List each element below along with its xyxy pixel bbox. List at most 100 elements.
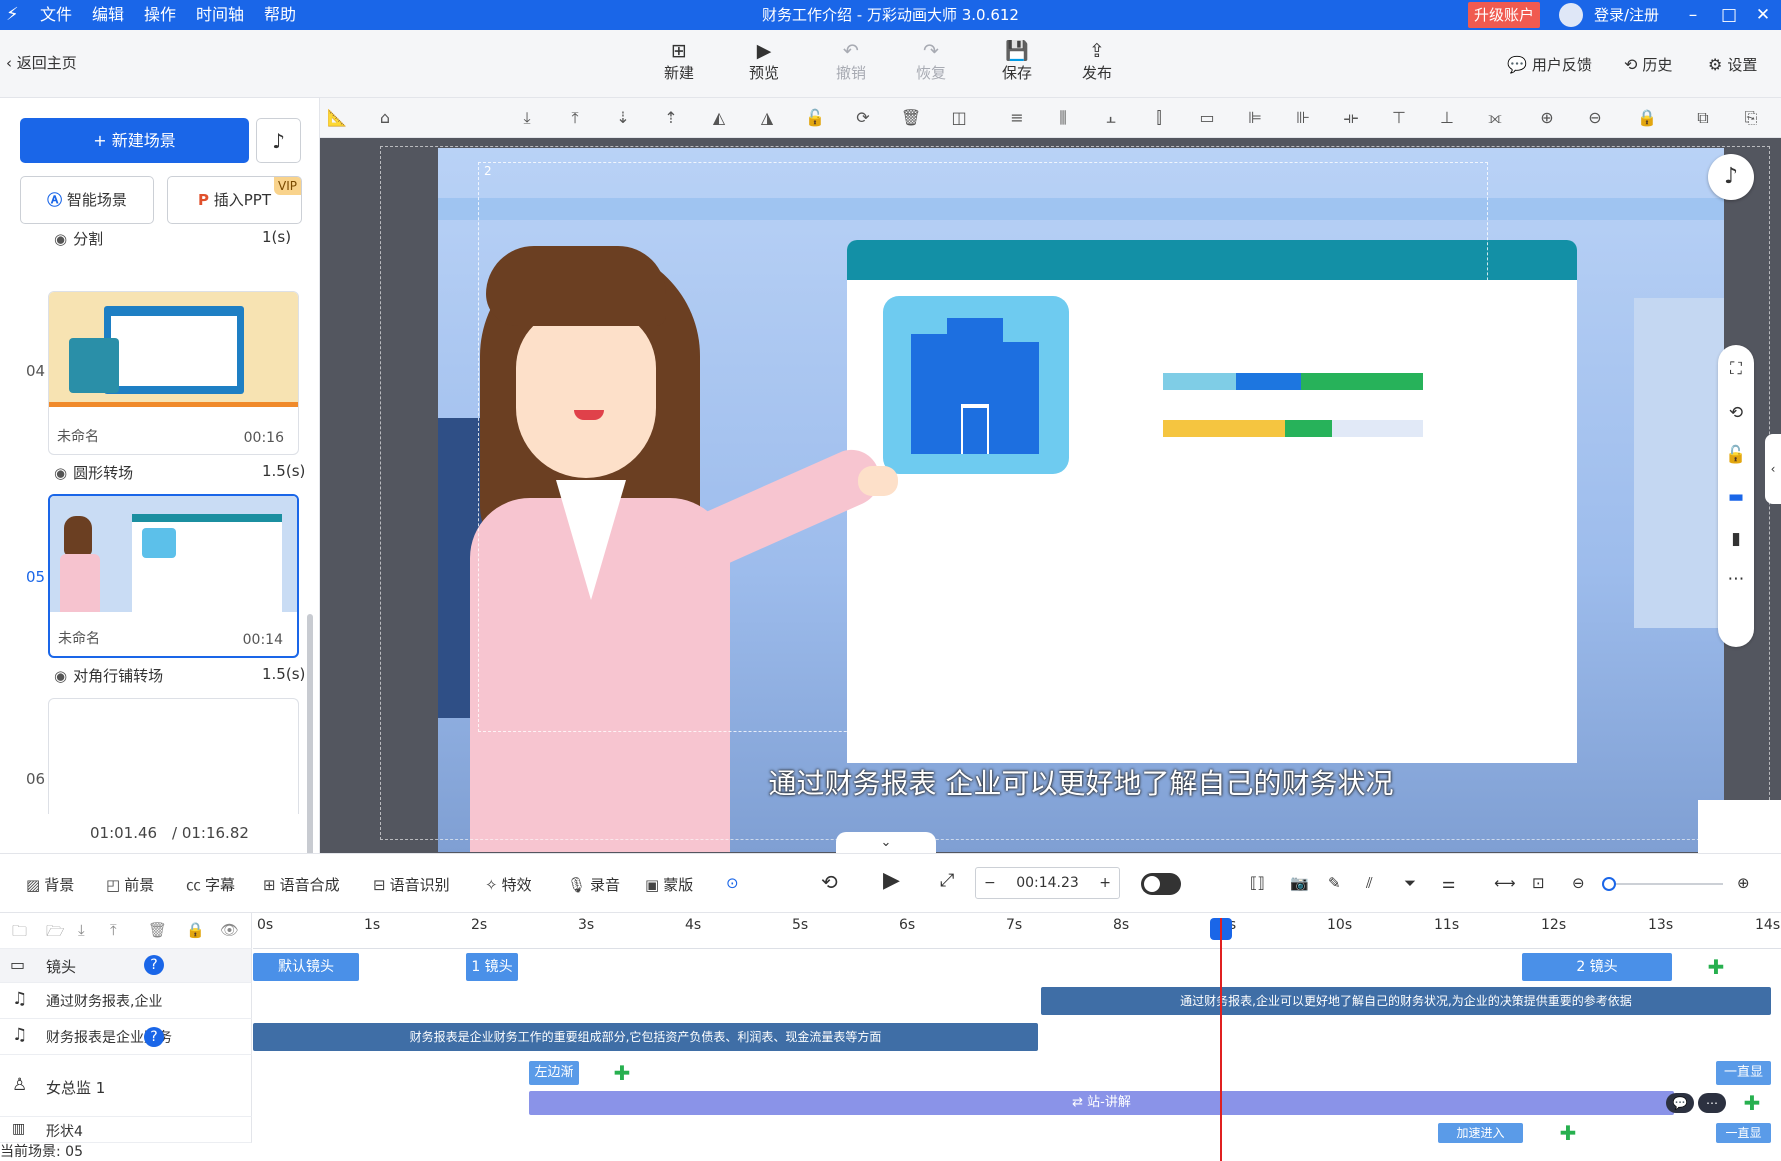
mobile-icon[interactable]: ▮ (1718, 529, 1754, 549)
move-up-icon[interactable]: ⇡ (660, 107, 682, 129)
avatar[interactable] (1559, 3, 1583, 27)
back-home-link[interactable]: ‹ 返回主页 (6, 52, 77, 73)
clip-always-show[interactable]: 一直显 (1716, 1061, 1771, 1085)
transition-split[interactable]: ◉ 分割 (54, 228, 103, 249)
track-camera[interactable]: ▭ 镜头 ? (0, 949, 252, 983)
scene-scrollbar[interactable] (307, 614, 313, 864)
camera-icon[interactable]: 📷 (1290, 874, 1309, 892)
collapse-timeline-icon[interactable]: ⌄ (836, 832, 936, 853)
music-icon[interactable]: ♪ (256, 118, 301, 163)
ruler-icon[interactable]: 📐 (326, 107, 348, 129)
maximize-icon[interactable]: □ (1714, 0, 1744, 30)
playhead[interactable] (1220, 918, 1222, 1161)
track-audio-2[interactable]: ♫ 财务报表是企业财务 ? (0, 1019, 252, 1055)
feedback-button[interactable]: 💬 用户反馈 (1507, 54, 1592, 75)
collapse-right-icon[interactable]: ‹ (1765, 434, 1781, 504)
thumbnail-preview-icon[interactable] (1698, 800, 1781, 853)
rotate-icon[interactable]: ⟳ (852, 107, 874, 129)
add-action-icon[interactable]: ✚ (612, 1063, 632, 1083)
publish-button[interactable]: ⇪ 发布 (1069, 40, 1125, 83)
paste-icon[interactable]: ⎘ (1740, 107, 1762, 129)
align-center-v-icon[interactable]: ≡ (1006, 107, 1028, 129)
move-up-track-icon[interactable]: ⤒ (110, 921, 117, 939)
menu-operate[interactable]: 操作 (144, 0, 176, 30)
adjust-icon[interactable]: ⚌ (1442, 874, 1455, 892)
top-align-icon[interactable]: ⊤ (1388, 107, 1410, 129)
scene-card-05[interactable]: 未命名 00:14 (48, 494, 299, 658)
bottom-align-icon[interactable]: ⊥ (1436, 107, 1458, 129)
copy-icon[interactable]: ⧉ (1692, 107, 1714, 129)
current-time-field[interactable]: − 00:14.23 + (975, 867, 1120, 899)
center-h-icon[interactable]: ⟛ (1340, 107, 1362, 129)
clip-camera-1[interactable]: 1 镜头 (466, 953, 518, 981)
tool-effects[interactable]: ✧ 特效 (485, 874, 532, 895)
upgrade-button[interactable]: 升级账户 (1468, 2, 1540, 28)
distribute-h-icon[interactable]: ⫼ (1052, 107, 1074, 129)
minimize-icon[interactable]: – (1678, 0, 1708, 30)
plus-icon[interactable]: + (1099, 868, 1111, 898)
tool-foreground[interactable]: ◰ 前景 (106, 874, 154, 895)
tool-subtitle[interactable]: ㏄字幕 (186, 874, 235, 895)
folder-icon[interactable]: 🗀 (12, 921, 27, 946)
login-link[interactable]: 登录/注册 (1594, 0, 1659, 30)
lock-track-icon[interactable]: 🔒 (186, 921, 205, 939)
filter-icon[interactable]: ⏷ (1404, 874, 1416, 892)
home-icon[interactable]: ⌂ (374, 107, 396, 129)
lock-icon[interactable]: 🔓 (804, 107, 826, 129)
clip-left-fade-in[interactable]: 左边渐 (529, 1061, 579, 1085)
play-button[interactable]: ▶ (883, 868, 900, 893)
menu-file[interactable]: 文件 (40, 0, 72, 30)
help-icon[interactable]: ? (144, 1027, 164, 1047)
scene-card-04[interactable]: 未命名 00:16 (48, 291, 299, 455)
delete-track-icon[interactable]: 🗑 (148, 921, 167, 939)
move-top-icon[interactable]: ⤒ (564, 107, 586, 129)
track-character[interactable]: ♙ 女总监 1 (0, 1055, 252, 1117)
clip-camera-default[interactable]: 默认镜头 (253, 953, 359, 981)
lock-closed-icon[interactable]: 🔒 (1636, 107, 1658, 129)
insert-ppt-button[interactable]: P 插入PPT VIP (167, 176, 302, 224)
track-audio-1[interactable]: ♫ 通过财务报表,企业 (0, 983, 252, 1019)
scene-card-06[interactable] (48, 698, 299, 814)
align-top-icon[interactable]: ⫠ (1100, 107, 1122, 129)
menu-help[interactable]: 帮助 (264, 0, 296, 30)
tool-record[interactable]: 🎙 录音 (567, 874, 620, 895)
center-v-icon[interactable]: ⟗ (1484, 107, 1506, 129)
save-button[interactable]: 💾 保存 (989, 40, 1045, 83)
comment-icon[interactable]: 💬 (1666, 1093, 1694, 1113)
preview-button[interactable]: ▶ 预览 (736, 40, 792, 83)
bracket-icon[interactable]: ⟦⟧ (1250, 874, 1265, 892)
more-options-icon[interactable]: ⋯ (1698, 1093, 1726, 1113)
settings-button[interactable]: ⚙ 设置 (1708, 54, 1757, 75)
undo-button[interactable]: ↶ 撤销 (823, 40, 879, 83)
flip-vertical-icon[interactable]: ◮ (756, 107, 778, 129)
add-keyframe-icon[interactable]: ✚ (1706, 957, 1726, 977)
zoom-in-icon[interactable]: ⊕ (1536, 107, 1558, 129)
new-scene-button[interactable]: + 新建场景 (20, 118, 249, 163)
fullscreen-icon[interactable]: ⤢ (940, 870, 954, 891)
clip-accelerate-in[interactable]: 加速进入 (1438, 1123, 1523, 1143)
help-icon[interactable]: ? (144, 955, 164, 975)
folder-add-icon[interactable]: 🗁 (46, 921, 65, 946)
align-middle-icon[interactable]: ▭ (1196, 107, 1218, 129)
distribute-v-icon[interactable]: ⫿ (1148, 107, 1170, 129)
tool-mask[interactable]: ▣ 蒙版 (645, 874, 693, 895)
move-bottom-icon[interactable]: ⤓ (516, 107, 538, 129)
smart-scene-button[interactable]: Ⓐ 智能场景 (20, 176, 154, 224)
track-shape[interactable]: ▥ 形状4 (0, 1117, 252, 1143)
close-icon[interactable]: ✕ (1748, 0, 1778, 30)
minus-icon[interactable]: − (984, 868, 996, 898)
delete-icon[interactable]: 🗑 (900, 107, 922, 129)
more-icon[interactable]: ⋯ (1718, 569, 1754, 589)
desktop-icon[interactable]: ▬ (1718, 487, 1754, 507)
tool-background[interactable]: ▨ 背景 (26, 874, 74, 895)
zoom-out-timeline-icon[interactable]: ⊖ (1572, 874, 1585, 892)
camera-frame-default[interactable] (380, 146, 1770, 840)
fit-screen-icon[interactable]: ⛶ (1718, 359, 1754, 379)
split-icon[interactable]: ⫽ (1366, 874, 1373, 892)
music-note-icon[interactable]: ♪ (1708, 154, 1754, 200)
transition-diagonal[interactable]: ◉ 对角行铺转场 (54, 665, 163, 686)
ratio-icon[interactable]: ⊡ (1532, 874, 1545, 892)
fit-width-icon[interactable]: ⟷ (1494, 874, 1516, 892)
zoom-in-timeline-icon[interactable]: ⊕ (1737, 874, 1750, 892)
unlock-icon[interactable]: 🔓 (1718, 445, 1754, 465)
